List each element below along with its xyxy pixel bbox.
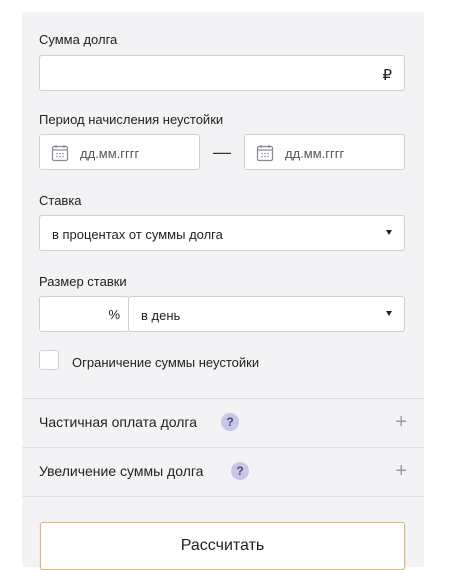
period-to-input[interactable]: дд.мм.гггг: [244, 134, 405, 170]
period-separator: —: [213, 142, 231, 162]
calculator-panel: Сумма долга ₽ Период начисления неустойк…: [22, 12, 424, 570]
help-icon[interactable]: ?: [221, 413, 239, 431]
rate-label: Ставка: [39, 193, 82, 208]
limit-checkbox[interactable]: [39, 350, 59, 370]
period-to-placeholder: дд.мм.гггг: [285, 146, 345, 161]
accordion-partial-payment[interactable]: Частичная оплата долга ? +: [22, 399, 424, 447]
period-from-input[interactable]: дд.мм.гггг: [39, 134, 200, 170]
divider: [22, 496, 424, 497]
period-from-placeholder: дд.мм.гггг: [80, 146, 140, 161]
rate-size-input[interactable]: %: [39, 296, 129, 332]
expand-plus-icon[interactable]: +: [395, 411, 407, 434]
accordion-debt-increase[interactable]: Увеличение суммы долга ? +: [22, 448, 424, 496]
rate-period-select[interactable]: в день: [128, 296, 405, 332]
ruble-sign: ₽: [382, 67, 392, 84]
calendar-icon: [51, 145, 69, 162]
period-label: Период начисления неустойки: [39, 112, 224, 127]
percent-sign: %: [108, 307, 120, 322]
dropdown-caret-icon: [386, 230, 392, 235]
calendar-icon: [256, 145, 274, 162]
dropdown-caret-icon: [386, 311, 392, 316]
debt-amount-input[interactable]: ₽: [39, 55, 405, 91]
help-icon[interactable]: ?: [231, 462, 249, 480]
accordion-title: Увеличение суммы долга: [39, 463, 204, 479]
limit-checkbox-label: Ограничение суммы неустойки: [72, 355, 260, 370]
rate-size-label: Размер ставки: [39, 274, 127, 289]
rate-select[interactable]: в процентах от суммы долга: [39, 215, 405, 251]
accordion-title: Частичная оплата долга: [39, 414, 197, 430]
expand-plus-icon[interactable]: +: [395, 460, 407, 483]
rate-select-value: в процентах от суммы долга: [52, 227, 223, 242]
debt-amount-label: Сумма долга: [39, 32, 118, 47]
calculate-button[interactable]: Рассчитать: [40, 522, 405, 570]
rate-period-value: в день: [141, 308, 181, 323]
